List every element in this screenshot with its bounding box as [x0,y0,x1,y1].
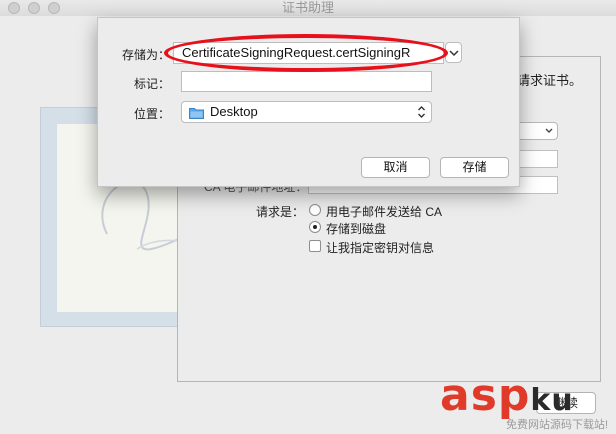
up-down-arrows-icon [418,106,425,118]
option-email-ca-label: 用电子邮件发送给 CA [326,205,443,219]
save-as-label: 存储为： [121,48,170,62]
where-label: 位置： [133,107,170,121]
tags-label: 标记： [133,77,170,91]
chevron-down-icon [545,128,553,133]
watermark-subtitle: 免费网站源码下载站! [506,419,609,431]
form-description-text: 请求证书。 [517,73,583,88]
watermark-ku: ku [530,383,574,418]
watermark-main: asp [440,370,531,421]
option-keypair-label: 让我指定密钥对信息 [326,241,435,255]
location-value: Desktop [210,104,258,119]
highlight-ellipse [164,34,448,72]
window-title: 证书助理 [281,0,334,15]
tags-field[interactable] [181,71,432,92]
chevron-down-icon [449,50,459,57]
title-bar: 证书助理 [0,0,616,16]
location-popup[interactable]: Desktop [181,101,432,123]
request-is-label: 请求是： [256,205,305,219]
checkbox-keypair-info[interactable] [309,240,321,252]
radio-email-ca[interactable] [309,204,321,216]
radio-save-to-disk[interactable] [309,221,321,233]
cancel-button[interactable]: 取消 [361,157,430,178]
folder-icon [189,108,204,119]
save-button[interactable]: 存储 [440,157,509,178]
option-save-to-disk-label: 存储到磁盘 [326,222,387,236]
